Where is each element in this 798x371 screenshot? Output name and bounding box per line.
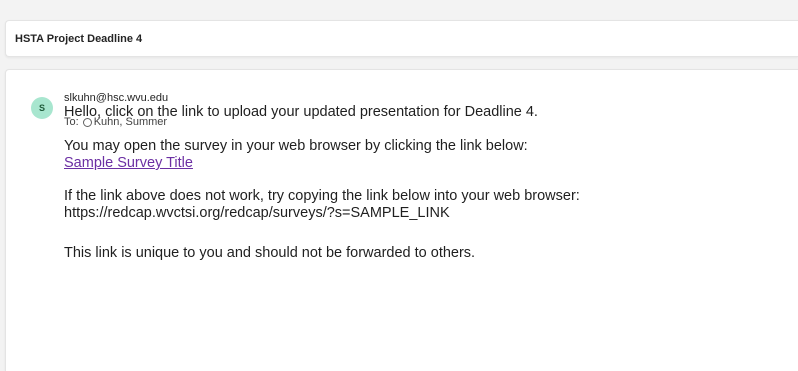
email-subject: HSTA Project Deadline 4 bbox=[15, 33, 143, 45]
survey-url-text: https://redcap.wvctsi.org/redcap/surveys… bbox=[64, 205, 450, 221]
subject-bar: HSTA Project Deadline 4 bbox=[5, 20, 798, 57]
body-line-open-survey: You may open the survey in your web brow… bbox=[64, 138, 528, 154]
survey-link[interactable]: Sample Survey Title bbox=[64, 155, 193, 171]
sender-address[interactable]: slkuhn@hsc.wvu.edu bbox=[64, 92, 168, 104]
body-line-copy-link: If the link above does not work, try cop… bbox=[64, 188, 580, 204]
body-line-unique: This link is unique to you and should no… bbox=[64, 245, 476, 261]
sender-avatar[interactable]: S bbox=[31, 97, 53, 119]
body-line-greeting: Hello, click on the link to upload your … bbox=[64, 104, 538, 120]
